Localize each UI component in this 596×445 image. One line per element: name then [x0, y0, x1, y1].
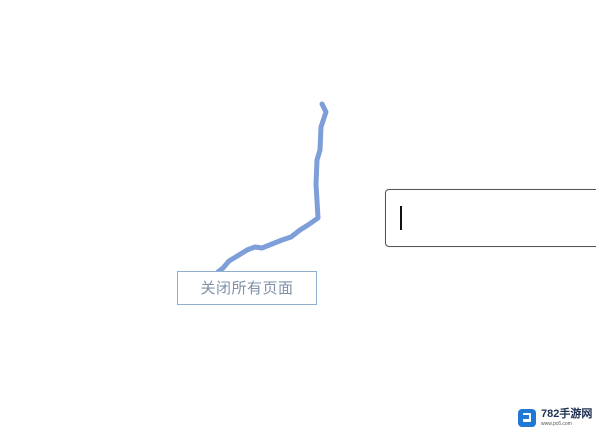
gesture-path	[215, 101, 329, 275]
text-input[interactable]	[385, 189, 596, 247]
brand-logo-icon	[518, 409, 536, 427]
watermark-text: 782手游网 www.pc6.com	[541, 409, 592, 427]
text-caret	[400, 206, 402, 230]
watermark-brand: 782手游网	[541, 408, 593, 420]
watermark-domain: www.pc6.com	[541, 421, 572, 427]
watermark: 782手游网 www.pc6.com	[518, 406, 592, 430]
screen-canvas: 关闭所有页面 782手游网 www.pc6.com	[0, 0, 596, 445]
close-all-pages-tooltip[interactable]: 关闭所有页面	[177, 271, 317, 305]
